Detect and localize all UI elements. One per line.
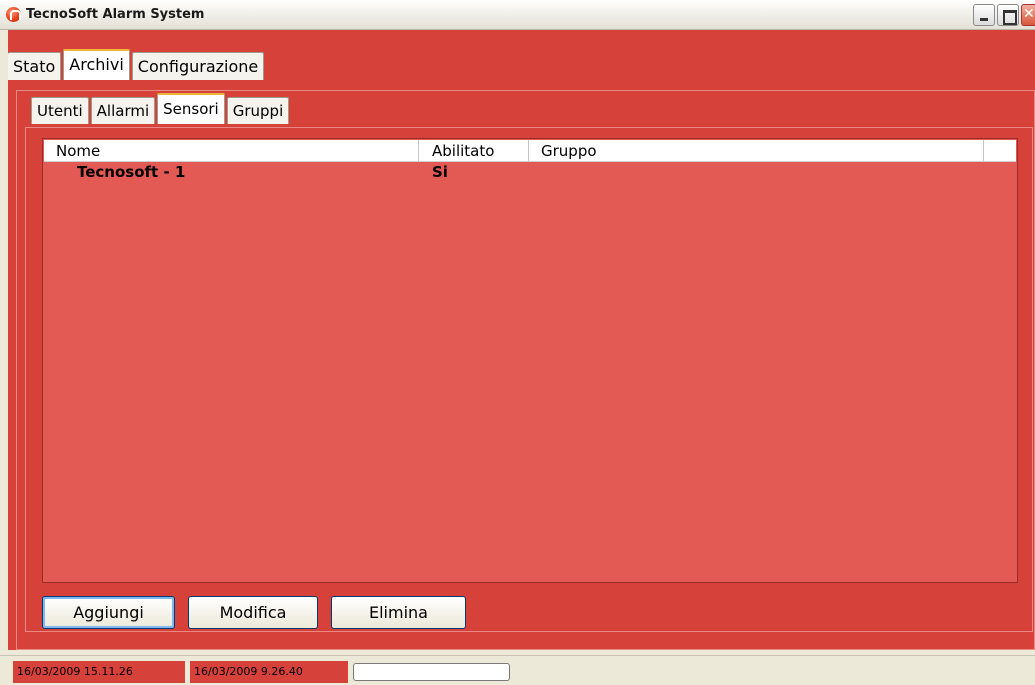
table-body: Tecnosoft - 1 Si [44,163,1016,185]
tab-archivi[interactable]: Archivi [63,49,130,80]
tab-gruppi[interactable]: Gruppi [226,97,290,124]
sensori-panel: Nome Abilitato Gruppo Tecnosoft - 1 Si A… [25,127,1033,632]
delete-button[interactable]: Elimina [331,596,466,629]
cell-nome: Tecnosoft - 1 [77,163,186,181]
minimize-icon[interactable] [973,4,995,26]
table-row[interactable]: Tecnosoft - 1 Si [44,163,1016,185]
tab-configurazione[interactable]: Configurazione [131,52,265,80]
edit-button[interactable]: Modifica [188,596,318,629]
column-header-abilitato[interactable]: Abilitato [419,140,529,162]
close-icon[interactable] [1021,4,1035,26]
status-time-1: 16/03/2009 15.11.26 [13,661,185,683]
window-controls [973,4,1035,26]
add-button[interactable]: Aggiungi [42,596,175,629]
app-window: TecnoSoft Alarm System Stato Archivi Con… [0,0,1035,685]
column-header-gruppo[interactable]: Gruppo [529,140,984,162]
status-time-2: 16/03/2009 9.26.40 [190,661,348,683]
table-header: Nome Abilitato Gruppo [44,140,1016,162]
tab-allarmi[interactable]: Allarmi [90,97,156,124]
tab-sensori[interactable]: Sensori [157,93,225,124]
maximize-icon[interactable] [997,4,1019,26]
alarm-bell-icon [6,7,21,22]
window-title: TecnoSoft Alarm System [26,7,205,22]
tab-utenti[interactable]: Utenti [31,97,89,124]
archivi-panel: Utenti Allarmi Sensori Gruppi Nome Abili… [16,90,1035,650]
tab-stato[interactable]: Stato [8,52,62,80]
progress-bar [353,663,510,681]
title-bar[interactable]: TecnoSoft Alarm System [0,0,1035,30]
sub-tab-bar: Utenti Allarmi Sensori Gruppi [31,93,291,124]
column-header-nome[interactable]: Nome [44,140,419,162]
main-panel: Stato Archivi Configurazione Utenti Alla… [8,30,1035,650]
cell-abilitato: Si [432,163,448,181]
main-tab-bar: Stato Archivi Configurazione [8,49,266,80]
status-bar: 16/03/2009 15.11.26 16/03/2009 9.26.40 [0,655,1035,685]
sensors-table[interactable]: Nome Abilitato Gruppo Tecnosoft - 1 Si [42,138,1018,583]
